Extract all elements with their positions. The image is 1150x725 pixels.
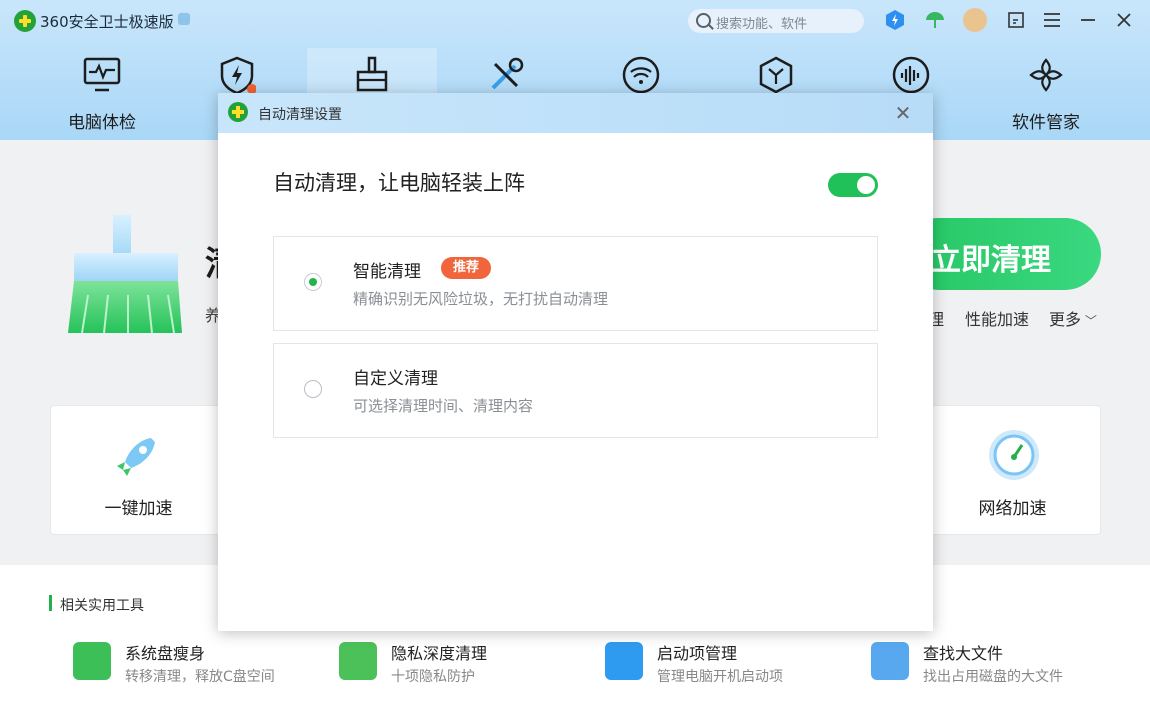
app-grid-icon: [1029, 58, 1063, 92]
tool-system-disk-slim[interactable]: 系统盘瘦身 转移清理，释放C盘空间: [73, 640, 333, 690]
search-box[interactable]: 搜索功能、软件: [688, 9, 864, 33]
menu-icon[interactable]: [1040, 8, 1064, 32]
clean-now-label: 立即清理: [931, 243, 1051, 278]
auto-clean-settings-dialog: 自动清理设置 ✕ 自动清理，让电脑轻装上阵 智能清理 推荐 精确识别无风险垃圾，…: [218, 93, 933, 631]
nav-software-manager[interactable]: 软件管家: [981, 48, 1111, 140]
tool-desc: 转移清理，释放C盘空间: [125, 669, 275, 685]
smart-clean-radio[interactable]: [304, 273, 322, 291]
feedback-icon[interactable]: [1004, 8, 1028, 32]
wrench-screwdriver-icon: [491, 57, 524, 90]
toggle-knob: [857, 176, 875, 194]
minimize-icon[interactable]: [1076, 8, 1100, 32]
section-marker: [49, 595, 52, 611]
tools-title: 相关实用工具: [60, 598, 144, 614]
cube-icon: [759, 56, 793, 94]
tool-privacy-clean[interactable]: 隐私深度清理 十项隐私防护: [339, 640, 599, 690]
disk-icon: [73, 642, 111, 680]
option-desc: 精确识别无风险垃圾，无打扰自动清理: [353, 290, 609, 308]
card-network-boost[interactable]: 网络加速: [924, 405, 1101, 535]
user-avatar[interactable]: [963, 8, 987, 32]
option-smart-clean[interactable]: 智能清理 推荐 精确识别无风险垃圾，无打扰自动清理: [273, 236, 878, 331]
version-badge-icon: [178, 13, 190, 25]
app-title: 360安全卫士极速版: [40, 13, 174, 31]
link-more[interactable]: 更多 ﹀: [1049, 306, 1097, 330]
tool-desc: 管理电脑开机启动项: [657, 669, 783, 685]
tool-desc: 找出占用磁盘的大文件: [923, 669, 1063, 685]
search-input[interactable]: 搜索功能、软件: [716, 13, 807, 32]
skin-umbrella-icon[interactable]: [923, 8, 947, 32]
link-more-label: 更多: [1049, 310, 1082, 329]
tool-startup-manager[interactable]: 启动项管理 管理电脑开机启动项: [605, 640, 865, 690]
privacy-shield-icon: [339, 642, 377, 680]
soundwave-icon: [892, 56, 930, 94]
tool-desc: 十项隐私防护: [391, 669, 475, 685]
file-search-icon: [871, 642, 909, 680]
card-label: 网络加速: [978, 499, 1047, 519]
card-label: 一键加速: [104, 499, 173, 519]
option-desc: 可选择清理时间、清理内容: [353, 397, 534, 415]
option-custom-clean[interactable]: 自定义清理 可选择清理时间、清理内容: [273, 343, 878, 438]
link-performance-boost[interactable]: 性能加速: [965, 306, 1029, 330]
tool-name: 系统盘瘦身: [125, 644, 206, 663]
dialog-titlebar: 自动清理设置 ✕: [218, 93, 933, 133]
monitor-pulse-icon: [83, 57, 121, 92]
chevron-down-icon: ﹀: [1081, 314, 1097, 328]
tool-name: 启动项管理: [657, 644, 738, 663]
nav-label: 软件管家: [1012, 113, 1080, 133]
rocket-icon: [605, 642, 643, 680]
option-name: 智能清理: [353, 262, 421, 282]
app-logo-icon: [228, 102, 248, 122]
broom-illustration-icon: [68, 215, 182, 333]
search-icon: [696, 13, 711, 28]
dialog-close-icon[interactable]: ✕: [892, 102, 914, 124]
app-logo-icon: [14, 10, 36, 32]
auto-clean-toggle[interactable]: [828, 173, 878, 197]
nav-label: 电脑体检: [68, 113, 136, 133]
speed-boost-icon[interactable]: [883, 8, 907, 32]
rocket-icon: [117, 438, 155, 476]
custom-clean-radio[interactable]: [304, 380, 322, 398]
wifi-icon: [622, 56, 660, 94]
recommend-badge: 推荐: [441, 257, 491, 279]
dialog-title: 自动清理设置: [258, 107, 342, 123]
tool-name: 隐私深度清理: [391, 644, 488, 663]
dialog-heading: 自动清理，让电脑轻装上阵: [273, 171, 525, 195]
close-icon[interactable]: [1112, 8, 1136, 32]
broom-icon: [356, 56, 388, 92]
card-one-click-boost[interactable]: 一键加速: [50, 405, 227, 535]
shield-bolt-icon: [220, 56, 256, 94]
tool-name: 查找大文件: [923, 644, 1004, 663]
option-name: 自定义清理: [353, 369, 438, 389]
nav-pc-checkup[interactable]: 电脑体检: [37, 48, 167, 140]
gauge-icon: [989, 430, 1039, 480]
tool-find-large-files[interactable]: 查找大文件 找出占用磁盘的大文件: [871, 640, 1131, 690]
